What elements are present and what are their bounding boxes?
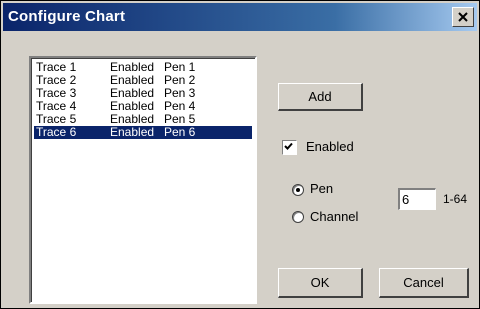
- ok-button-label: OK: [310, 275, 330, 290]
- close-icon: [458, 12, 468, 22]
- cancel-button[interactable]: Cancel: [379, 268, 469, 298]
- number-input[interactable]: [398, 188, 436, 210]
- channel-radio[interactable]: [292, 211, 304, 223]
- ok-button[interactable]: OK: [278, 268, 363, 298]
- trace-list-inner: Trace 1 Enabled Pen 1 Trace 2 Enabled Pe…: [31, 58, 255, 302]
- enabled-label: Enabled: [306, 139, 354, 154]
- trace-name: Trace 6: [36, 125, 77, 139]
- window-title: Configure Chart: [8, 8, 126, 25]
- radio-selected-dot: [296, 188, 300, 192]
- add-button[interactable]: Add: [278, 83, 363, 111]
- pen-radio[interactable]: [292, 184, 304, 196]
- trace-row-6[interactable]: Trace 6 Enabled Pen 6: [34, 126, 252, 139]
- checkmark-icon: [284, 142, 293, 150]
- pen-radio-label: Pen: [310, 181, 334, 196]
- trace-status: Enabled: [110, 125, 155, 139]
- trace-pen: Pen 6: [164, 125, 196, 139]
- configure-chart-dialog: Configure Chart Trace 1 Enabled Pen 1 Tr…: [0, 0, 480, 309]
- trace-list[interactable]: Trace 1 Enabled Pen 1 Trace 2 Enabled Pe…: [29, 56, 257, 304]
- channel-radio-label: Channel: [310, 209, 359, 224]
- add-button-label: Add: [308, 89, 332, 104]
- enabled-checkbox[interactable]: [282, 140, 297, 155]
- close-button[interactable]: [452, 7, 474, 27]
- title-bar: Configure Chart: [3, 3, 477, 31]
- cancel-button-label: Cancel: [403, 275, 444, 290]
- range-label: 1-64: [443, 192, 468, 206]
